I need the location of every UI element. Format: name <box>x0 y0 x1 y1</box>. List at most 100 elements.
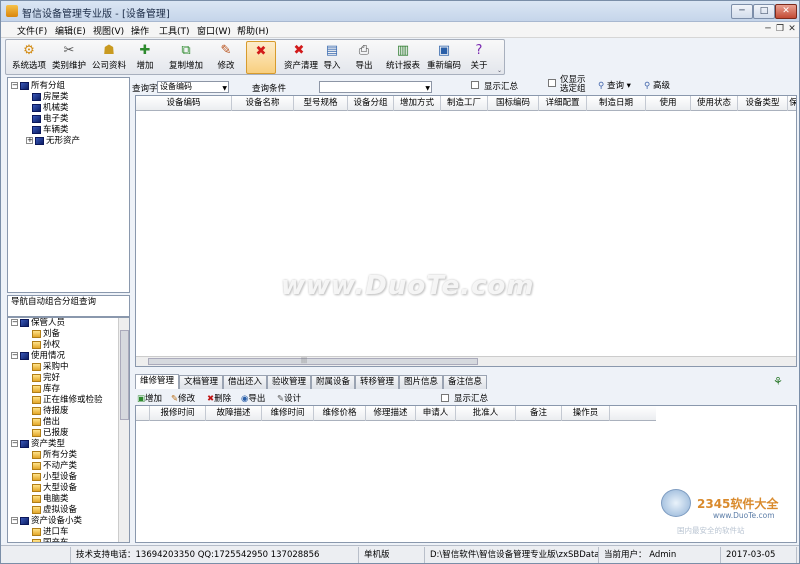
nav-item[interactable]: 采购中 <box>32 362 69 373</box>
tab[interactable]: 文档管理 <box>179 375 223 389</box>
nav-item[interactable]: 借出 <box>32 417 60 428</box>
nav-item[interactable]: 电脑类 <box>32 494 69 505</box>
column-header[interactable]: 设备类型 <box>738 96 788 111</box>
detail-export-button[interactable]: ◉导出 <box>241 392 265 404</box>
tree-node-item[interactable]: 房屋类 <box>32 92 69 103</box>
tab[interactable]: 图片信息 <box>399 375 443 389</box>
column-header[interactable]: 制造日期 <box>587 96 646 111</box>
column-header[interactable]: 设备编码 <box>136 96 232 111</box>
nav-item[interactable]: 进口车 <box>32 527 69 538</box>
column-header[interactable]: 设备名称 <box>232 96 294 111</box>
nav-item[interactable]: 库存 <box>32 384 60 395</box>
column-header[interactable]: 详细配置 <box>539 96 587 111</box>
toolbar-button-4[interactable]: ⧉ 复制增加 <box>164 41 208 74</box>
nav-group[interactable]: − 保管人员 <box>11 318 65 329</box>
collapse-icon[interactable]: − <box>11 319 18 326</box>
nav-item[interactable]: 孙权 <box>32 340 60 351</box>
only-selected-checkbox[interactable] <box>548 79 556 87</box>
menu-window[interactable]: 窗口(W) <box>197 24 231 37</box>
column-header[interactable]: 报修时间 <box>150 406 206 421</box>
collapse-icon[interactable]: − <box>11 82 18 89</box>
column-header[interactable]: 故障描述 <box>206 406 262 421</box>
column-header[interactable]: 型号规格 <box>294 96 348 111</box>
detail-add-button[interactable]: ▣增加 <box>137 392 162 404</box>
tab[interactable]: 维修管理 <box>135 374 179 389</box>
column-header[interactable]: 国标编码 <box>488 96 539 111</box>
nav-item[interactable]: 已报废 <box>32 428 69 439</box>
detail-edit-button[interactable]: ✎修改 <box>171 392 195 404</box>
tab[interactable]: 借出还入 <box>223 375 267 389</box>
nav-item[interactable]: 正在维修或检验 <box>32 395 103 406</box>
toolbar-button-0[interactable]: ⚙ 系统选项 <box>10 41 48 74</box>
scrollbar-thumb[interactable] <box>148 358 478 365</box>
scrollbar-thumb[interactable] <box>120 330 129 420</box>
column-header[interactable]: 修理描述 <box>366 406 416 421</box>
tree-node-root[interactable]: − 所有分组 <box>11 81 65 92</box>
column-header[interactable]: 操作员 <box>562 406 610 421</box>
menu-view[interactable]: 视图(V) <box>93 24 124 37</box>
column-header[interactable]: 批准人 <box>456 406 516 421</box>
nav-item[interactable]: 大型设备 <box>32 483 77 494</box>
menu-tools[interactable]: 工具(T) <box>159 24 190 37</box>
toolbar-button-8[interactable]: ▤ 导入 <box>318 41 346 74</box>
mdi-restore-button[interactable]: ❐ <box>775 23 785 35</box>
tree-node-item[interactable]: 电子类 <box>32 114 69 125</box>
nav-item[interactable]: 刘备 <box>32 329 60 340</box>
nav-item[interactable]: 待报废 <box>32 406 69 417</box>
nav-item[interactable]: 不动产类 <box>32 461 77 472</box>
collapse-icon[interactable]: − <box>11 440 18 447</box>
tab[interactable]: 附属设备 <box>311 375 355 389</box>
column-header[interactable]: 使用状态 <box>691 96 738 111</box>
toolbar-button-9[interactable]: ⎙ 导出 <box>350 41 378 74</box>
minimize-button[interactable]: ─ <box>731 4 753 19</box>
tab[interactable]: 验收管理 <box>267 375 311 389</box>
query-condition-select[interactable]: ▼ <box>319 81 432 93</box>
toolbar-button-6[interactable]: ✖ <box>246 41 276 74</box>
mdi-close-button[interactable]: ✕ <box>787 23 797 35</box>
toolbar-button-12[interactable]: ? 关于 <box>464 41 494 74</box>
toolbar-button-11[interactable]: ▣ 重新编码 <box>426 41 462 74</box>
tree-node-item[interactable]: + 无形资产 <box>26 136 80 147</box>
tab[interactable]: 备注信息 <box>443 375 487 389</box>
toolbar-button-10[interactable]: ▥ 统计报表 <box>384 41 422 74</box>
nav-tree-scrollbar[interactable] <box>118 318 129 542</box>
menu-help[interactable]: 帮助(H) <box>237 24 269 37</box>
detail-delete-button[interactable]: ✖删除 <box>207 392 231 404</box>
query-field-select[interactable]: 设备编码 ▼ <box>157 81 229 93</box>
close-button[interactable]: ✕ <box>775 4 797 19</box>
advanced-button[interactable]: ⚲ 高级 <box>644 79 670 91</box>
menu-operate[interactable]: 操作 <box>131 24 149 37</box>
tree-node-item[interactable]: 机械类 <box>32 103 69 114</box>
tree-node-item[interactable]: 车辆类 <box>32 125 69 136</box>
toolbar-button-2[interactable]: ☗ 公司资料 <box>90 41 128 74</box>
column-header[interactable]: 使用 <box>646 96 691 111</box>
nav-item[interactable]: 国产车 <box>32 538 69 542</box>
collapse-icon[interactable]: − <box>11 517 18 524</box>
column-header[interactable]: 维修价格 <box>314 406 366 421</box>
nav-item[interactable]: 虚拟设备 <box>32 505 77 516</box>
menu-file[interactable]: 文件(F) <box>17 24 47 37</box>
toolbar-overflow-icon[interactable]: ⌄ <box>497 67 503 74</box>
nav-item[interactable]: 完好 <box>32 373 60 384</box>
equipment-grid-hscrollbar[interactable]: ||| <box>136 356 796 366</box>
toolbar-button-3[interactable]: ✚ 增加 <box>130 41 160 74</box>
nav-item[interactable]: 小型设备 <box>32 472 77 483</box>
expand-icon[interactable]: + <box>26 137 33 144</box>
nav-group[interactable]: − 资产类型 <box>11 439 65 450</box>
column-header[interactable]: 申请人 <box>416 406 456 421</box>
nav-group[interactable]: − 使用情况 <box>11 351 65 362</box>
tree-view-icon[interactable]: ⚘ <box>773 375 783 388</box>
column-header[interactable]: 制造工厂 <box>441 96 488 111</box>
column-header[interactable]: 维修时间 <box>262 406 314 421</box>
nav-item[interactable]: 所有分类 <box>32 450 77 461</box>
detail-design-button[interactable]: ✎设计 <box>277 392 301 404</box>
column-header[interactable]: 保 <box>788 96 796 111</box>
detail-show-summary-checkbox[interactable] <box>441 394 449 402</box>
toolbar-button-7[interactable]: ✖ 资产清理 <box>284 41 318 74</box>
toolbar-button-5[interactable]: ✎ 修改 <box>212 41 240 74</box>
column-header[interactable]: 设备分组 <box>348 96 394 111</box>
menu-edit[interactable]: 编辑(E) <box>55 24 86 37</box>
column-header[interactable]: 增加方式 <box>394 96 441 111</box>
collapse-icon[interactable]: − <box>11 352 18 359</box>
query-button[interactable]: ⚲ 查询 ▾ <box>598 79 631 91</box>
